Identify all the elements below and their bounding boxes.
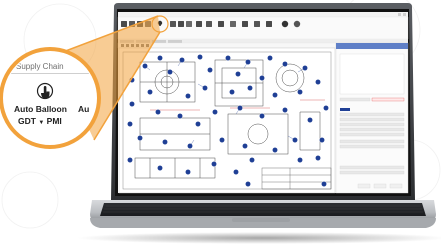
field-8[interactable] (339, 144, 405, 149)
app-screen (117, 12, 409, 194)
tab-4[interactable] (168, 40, 182, 43)
ribbon-icon-12[interactable] (230, 21, 236, 27)
field-9[interactable] (339, 165, 405, 170)
ribbon-icon-8[interactable] (186, 21, 192, 27)
ribbon-icon-15[interactable] (266, 21, 272, 27)
pmi-option[interactable]: PMI (47, 116, 62, 126)
field-3[interactable] (339, 117, 405, 122)
ribbon-icon-9[interactable] (196, 21, 202, 27)
zoom-divider (4, 73, 96, 74)
field-10[interactable] (339, 170, 405, 175)
apply-button[interactable] (389, 183, 403, 189)
zoom-section-title: Supply Chain (16, 62, 64, 71)
help-icon[interactable] (281, 20, 289, 28)
ok-button[interactable] (357, 183, 371, 189)
tab-active-indicator[interactable] (340, 108, 350, 111)
zoom-callout-content: Supply Chain Auto Balloon Au GDT ▼ PMI (4, 55, 96, 141)
field-4[interactable] (339, 122, 405, 127)
dropdown-arrow-icon[interactable]: ▼ (38, 120, 44, 126)
auto-balloon-options[interactable]: GDT ▼ PMI (18, 116, 62, 126)
drawing-canvas[interactable] (118, 47, 336, 194)
ribbon-icon-6[interactable] (170, 21, 176, 27)
properties-fields (339, 53, 405, 189)
minimize-button[interactable] (398, 13, 401, 16)
field-1[interactable] (339, 97, 371, 102)
laptop-shadow (77, 232, 441, 244)
field-highlighted[interactable] (371, 97, 405, 102)
settings-icon[interactable] (293, 20, 301, 28)
ribbon-icon-1[interactable] (121, 21, 127, 27)
hand-pointer-icon (36, 82, 54, 100)
ribbon-icon-7[interactable] (178, 21, 184, 27)
marketing-scene: Supply Chain Auto Balloon Au GDT ▼ PMI (0, 0, 441, 244)
field-5[interactable] (339, 127, 405, 132)
ribbon (117, 16, 409, 40)
ribbon-icon-14[interactable] (254, 21, 260, 27)
next-button-label-partial[interactable]: Au (78, 104, 89, 114)
gdt-option[interactable]: GDT (18, 116, 36, 126)
close-window-button[interactable] (403, 13, 406, 16)
trackpad-notch (232, 218, 290, 222)
keyboard (100, 203, 426, 216)
cancel-button[interactable] (373, 183, 387, 189)
ribbon-icon-10[interactable] (206, 21, 212, 27)
ribbon-icon-13[interactable] (242, 21, 248, 27)
ribbon-icon-11[interactable] (218, 21, 224, 27)
preview-box (339, 53, 405, 95)
field-2[interactable] (339, 112, 405, 117)
properties-panel-header (336, 43, 408, 49)
auto-balloon-button-label[interactable]: Auto Balloon (14, 104, 67, 114)
field-6[interactable] (339, 132, 405, 137)
field-7[interactable] (339, 139, 405, 144)
